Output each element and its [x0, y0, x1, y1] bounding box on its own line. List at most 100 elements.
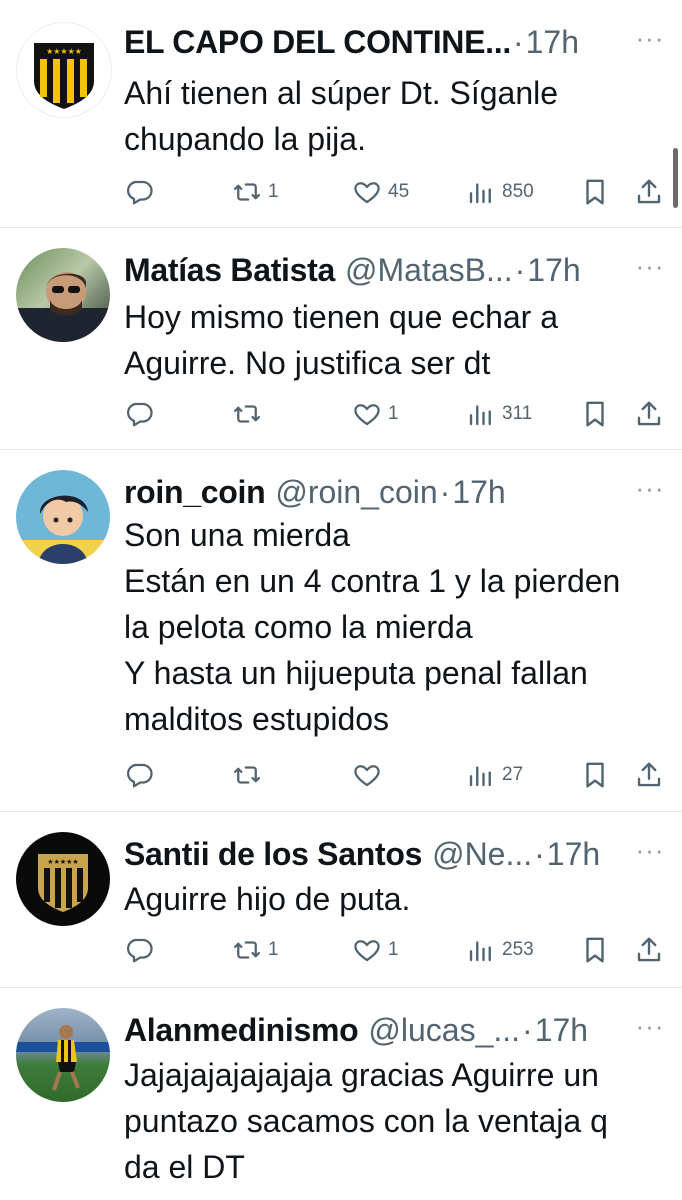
like-count: 45	[388, 181, 410, 202]
views-icon	[466, 760, 496, 790]
reply-icon	[124, 399, 154, 429]
views-button[interactable]: 27	[466, 753, 523, 797]
views-button[interactable]: 311	[466, 392, 532, 436]
retweet-count: 1	[268, 939, 279, 960]
share-icon	[634, 177, 664, 207]
tweet[interactable]: roin_coin @roin_coin · 17h ··· Son una m…	[0, 450, 682, 812]
bookmark-button[interactable]	[580, 928, 610, 972]
svg-text:★★★★★: ★★★★★	[46, 47, 82, 56]
retweet-icon	[232, 760, 262, 790]
share-icon	[634, 760, 664, 790]
bookmark-icon	[580, 399, 610, 429]
like-count: 1	[388, 403, 399, 424]
views-button[interactable]: 253	[466, 928, 534, 972]
tweet-text: Jajajajajajajaja gracias Aguirre un punt…	[124, 1057, 608, 1185]
user-handle[interactable]: @Ne...	[432, 836, 532, 873]
user-handle[interactable]: @MatasB...	[345, 252, 513, 289]
svg-text:★★★★★: ★★★★★	[47, 858, 78, 866]
action-bar: 1 311	[124, 392, 664, 436]
bookmark-icon	[580, 760, 610, 790]
scrollbar[interactable]	[673, 148, 678, 208]
display-name[interactable]: Matías Batista	[124, 252, 335, 289]
penarol-crest-icon: ★★★★★	[34, 43, 94, 109]
more-icon[interactable]: ···	[634, 1013, 666, 1042]
avatar[interactable]	[16, 1008, 110, 1102]
tweet-header: EL CAPO DEL CONTINE... · 17h	[124, 20, 652, 64]
share-icon	[634, 935, 664, 965]
bookmark-button[interactable]	[580, 753, 610, 797]
more-icon[interactable]: ···	[634, 837, 666, 866]
reply-icon	[124, 935, 154, 965]
bookmark-icon	[580, 935, 610, 965]
avatar[interactable]: ★★★★★	[16, 832, 110, 926]
share-button[interactable]	[634, 170, 664, 214]
separator-dot: ·	[512, 23, 524, 60]
retweet-icon	[232, 399, 262, 429]
more-icon[interactable]: ···	[634, 475, 666, 504]
bookmark-button[interactable]	[580, 392, 610, 436]
retweet-icon	[232, 935, 262, 965]
reply-button[interactable]	[124, 928, 154, 972]
tweet-text: Aguirre hijo de puta.	[124, 881, 411, 917]
retweet-button[interactable]: 1	[232, 170, 279, 214]
like-button[interactable]: 1	[352, 392, 399, 436]
retweet-button[interactable]	[232, 392, 268, 436]
view-count: 27	[502, 764, 524, 785]
bookmark-button[interactable]	[580, 170, 610, 214]
tweet-header: roin_coin @roin_coin · 17h	[124, 470, 652, 514]
views-icon	[466, 177, 496, 207]
reply-button[interactable]	[124, 753, 154, 797]
football-player-photo-icon	[16, 1025, 110, 1091]
retweet-button[interactable]	[232, 753, 268, 797]
like-button[interactable]	[352, 753, 388, 797]
display-name[interactable]: roin_coin	[124, 474, 266, 511]
tweet[interactable]: ★★★★★ EL CAPO DEL CONTINE... · 17h ··· A…	[0, 0, 682, 228]
reply-icon	[124, 177, 154, 207]
timestamp[interactable]: 17h	[526, 24, 579, 61]
timestamp[interactable]: 17h	[527, 252, 580, 289]
action-bar: 1 45 850	[124, 170, 664, 214]
retweet-button[interactable]: 1	[232, 928, 279, 972]
display-name[interactable]: Alanmedinismo	[124, 1012, 359, 1049]
display-name[interactable]: Santii de los Santos	[124, 836, 422, 873]
timestamp[interactable]: 17h	[535, 1012, 588, 1049]
tweet[interactable]: ★★★★★ Santii de los Santos @Ne... · 17h …	[0, 812, 682, 988]
avatar[interactable]	[16, 470, 110, 564]
reply-button[interactable]	[124, 392, 154, 436]
like-button[interactable]: 45	[352, 170, 409, 214]
tweet-text: Hoy mismo tienen que echar a Aguirre. No…	[124, 299, 558, 381]
timestamp[interactable]: 17h	[547, 836, 600, 873]
view-count: 850	[502, 181, 534, 202]
separator-dot: ·	[439, 473, 451, 510]
reply-button[interactable]	[124, 170, 154, 214]
separator-dot: ·	[522, 1011, 533, 1048]
share-button[interactable]	[634, 392, 664, 436]
view-count: 253	[502, 939, 534, 960]
more-icon[interactable]: ···	[634, 253, 666, 282]
timestamp[interactable]: 17h	[452, 474, 505, 511]
share-button[interactable]	[634, 928, 664, 972]
avatar[interactable]: ★★★★★	[16, 22, 112, 118]
tweet-text: Ahí tienen al súper Dt. Síganle chupando…	[124, 75, 559, 157]
views-button[interactable]: 850	[466, 170, 534, 214]
heart-icon	[352, 935, 382, 965]
display-name[interactable]: EL CAPO DEL CONTINE...	[124, 24, 511, 61]
separator-dot: ·	[534, 835, 545, 872]
tweet-text: Son una mierda Están en un 4 contra 1 y …	[124, 517, 621, 737]
user-handle[interactable]: @roin_coin	[275, 474, 437, 511]
views-icon	[466, 399, 496, 429]
tweet[interactable]: Alanmedinismo @lucas_... · 17h ··· Jajaj…	[0, 988, 682, 1200]
action-bar: 27	[124, 753, 664, 797]
tweet-header: Alanmedinismo @lucas_... · 17h	[124, 1008, 652, 1052]
tweet-header: Matías Batista @MatasB... · 17h	[124, 248, 652, 292]
share-button[interactable]	[634, 753, 664, 797]
like-button[interactable]: 1	[352, 928, 399, 972]
avatar[interactable]	[16, 248, 110, 342]
more-icon[interactable]: ···	[634, 25, 666, 54]
tweet[interactable]: Matías Batista @MatasB... · 17h ··· Hoy …	[0, 228, 682, 450]
man-sunglasses-photo-icon	[16, 272, 110, 342]
heart-icon	[352, 399, 382, 429]
tweet-header: Santii de los Santos @Ne... · 17h	[124, 832, 652, 876]
like-count: 1	[388, 939, 399, 960]
user-handle[interactable]: @lucas_...	[368, 1012, 520, 1049]
